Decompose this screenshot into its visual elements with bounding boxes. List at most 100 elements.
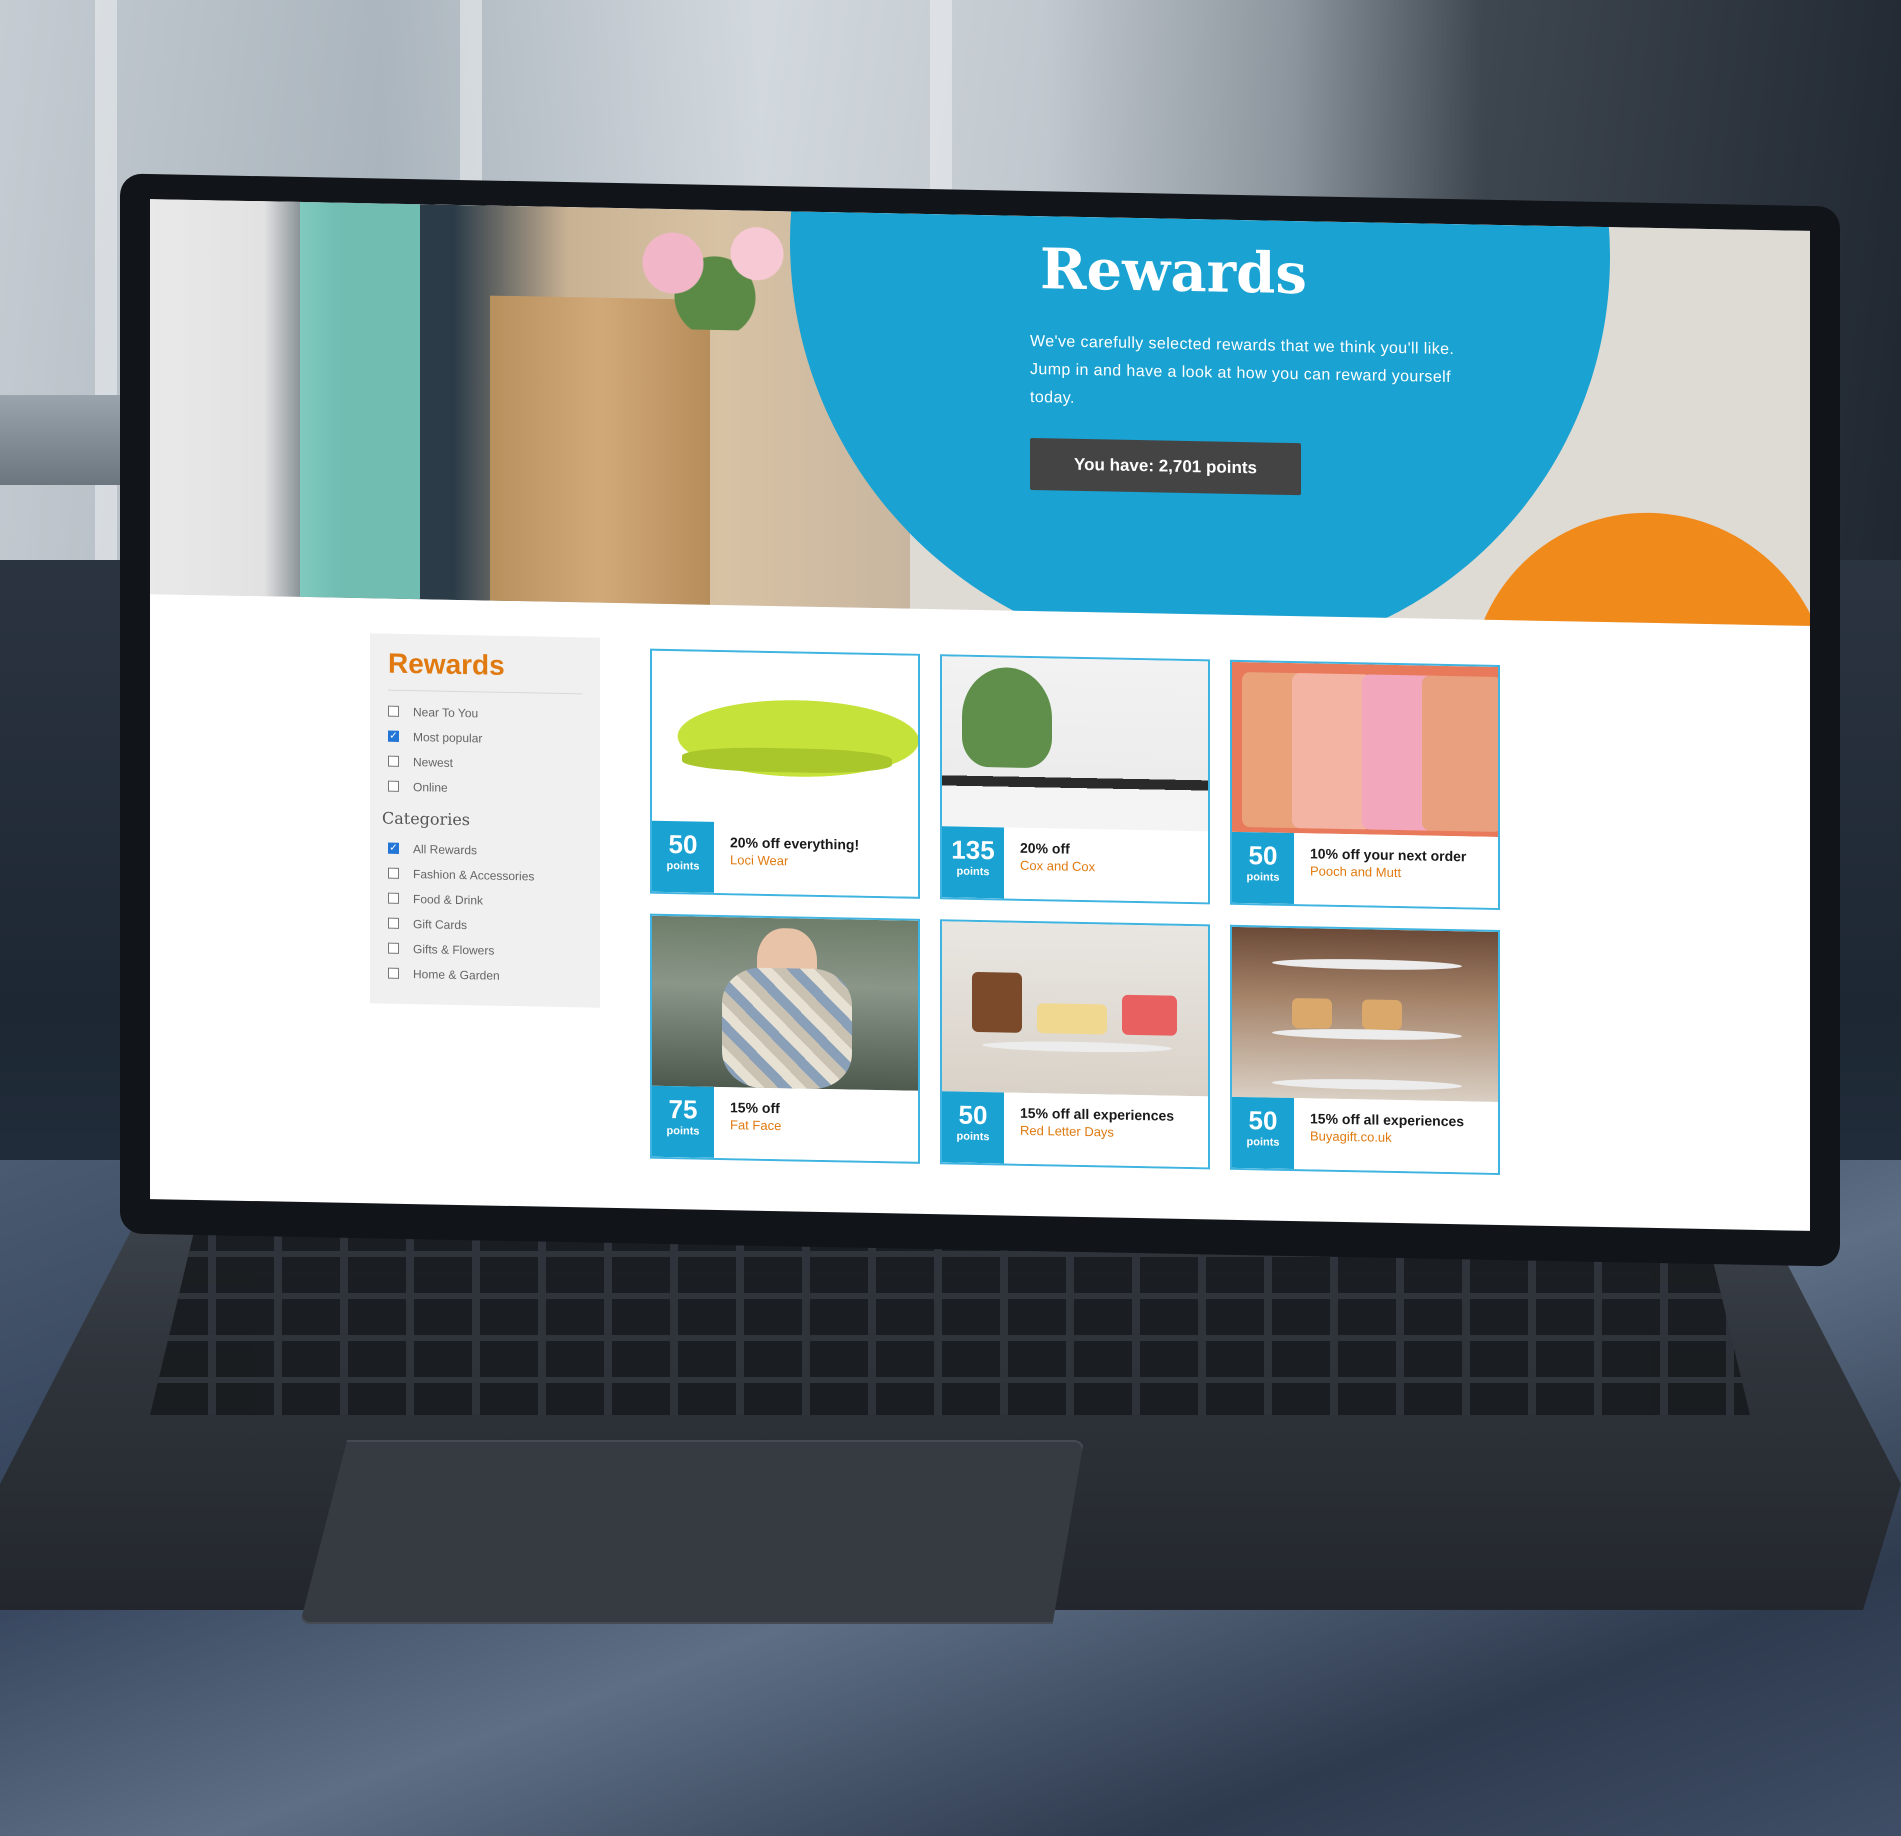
points-value: 50 bbox=[958, 1099, 988, 1131]
hero-intro-text: We've carefully selected rewards that we… bbox=[1030, 332, 1455, 407]
shoe-sole bbox=[682, 746, 892, 775]
cake-stand-tier bbox=[1272, 1027, 1462, 1042]
reward-offer: 20% off bbox=[1020, 839, 1070, 857]
hero-content: Rewards We've carefully selected rewards… bbox=[1030, 236, 1510, 499]
points-unit: points bbox=[666, 1124, 700, 1138]
scarf bbox=[722, 967, 852, 1090]
points-value: 135 bbox=[951, 834, 995, 866]
checkbox[interactable] bbox=[388, 780, 399, 792]
reward-brand: Red Letter Days bbox=[1020, 1122, 1114, 1140]
reward-card-footer: 50 points 15% off all experiences Buyagi… bbox=[1232, 1096, 1498, 1173]
hero-banner: Rewards We've carefully selected rewards… bbox=[150, 199, 1810, 626]
filter-newest[interactable]: Newest bbox=[388, 749, 582, 778]
filter-label: Near To You bbox=[413, 704, 479, 720]
filter-most-popular[interactable]: ✓ Most popular bbox=[388, 724, 582, 753]
points-value: 50 bbox=[668, 829, 698, 860]
points-balance-button[interactable]: You have: 2,701 points bbox=[1030, 437, 1301, 496]
reward-image-afternoon-tea bbox=[1232, 926, 1498, 1102]
laptop-trackpad bbox=[300, 1440, 1084, 1624]
reward-card-footer: 50 points 10% off your next order Pooch … bbox=[1232, 831, 1498, 908]
scone bbox=[1362, 999, 1402, 1031]
category-home-garden[interactable]: Home & Garden bbox=[388, 961, 582, 990]
category-label: Food & Drink bbox=[413, 891, 484, 907]
cake bbox=[1122, 994, 1177, 1036]
reward-offer: 15% off all experiences bbox=[1020, 1104, 1175, 1124]
reward-card-buyagift[interactable]: 50 points 15% off all experiences Buyagi… bbox=[1230, 924, 1500, 1175]
category-gifts-flowers[interactable]: Gifts & Flowers bbox=[388, 936, 582, 965]
reward-offer: 15% off all experiences bbox=[1310, 1110, 1465, 1130]
product-pouch bbox=[1422, 675, 1500, 833]
points-badge: 75 points bbox=[652, 1085, 714, 1158]
points-unit: points bbox=[666, 859, 700, 873]
checkbox[interactable] bbox=[388, 755, 399, 767]
hero-photo-paper-bag bbox=[490, 295, 710, 605]
points-badge: 50 points bbox=[1232, 1096, 1294, 1170]
points-unit: points bbox=[956, 1130, 990, 1144]
checkbox[interactable] bbox=[388, 942, 399, 954]
category-label: Gifts & Flowers bbox=[413, 941, 495, 958]
reward-brand: Pooch and Mutt bbox=[1310, 863, 1402, 881]
category-label: Home & Garden bbox=[413, 966, 500, 983]
filter-sidebar: Rewards Near To You ✓ Most popular Newes… bbox=[370, 633, 600, 1008]
cake-stand-tier bbox=[1272, 957, 1462, 972]
reward-image-cakes bbox=[942, 921, 1208, 1097]
checkbox-checked[interactable]: ✓ bbox=[388, 730, 399, 742]
categories-heading: Categories bbox=[382, 808, 470, 830]
cake-stand-tier bbox=[982, 1040, 1172, 1054]
reward-card-footer: 135 points 20% off Cox and Cox bbox=[942, 826, 1208, 903]
sidebar-title: Rewards bbox=[388, 647, 582, 695]
reward-offer: 15% off bbox=[730, 1099, 780, 1117]
reward-image-interior bbox=[942, 656, 1208, 832]
reward-card-fat-face[interactable]: 75 points 15% off Fat Face bbox=[650, 913, 920, 1164]
scone bbox=[1292, 997, 1332, 1029]
hero-photo-sleeve bbox=[300, 201, 420, 600]
hero-orange-circle bbox=[1470, 509, 1810, 626]
checkbox[interactable] bbox=[388, 867, 399, 879]
hero-photo-flowers bbox=[610, 217, 820, 332]
category-food-drink[interactable]: Food & Drink bbox=[388, 886, 582, 915]
filter-online[interactable]: Online bbox=[388, 774, 582, 803]
checkbox[interactable] bbox=[388, 967, 399, 979]
points-value: 50 bbox=[1248, 1105, 1278, 1136]
reward-card-footer: 75 points 15% off Fat Face bbox=[652, 1085, 918, 1162]
points-unit: points bbox=[956, 865, 990, 879]
points-badge: 50 points bbox=[652, 820, 714, 893]
points-value: 75 bbox=[668, 1094, 698, 1125]
category-fashion-accessories[interactable]: Fashion & Accessories bbox=[388, 861, 582, 890]
category-label: Gift Cards bbox=[413, 916, 468, 932]
page-title: Rewards bbox=[1040, 236, 1307, 308]
points-unit: points bbox=[1246, 1136, 1280, 1149]
category-gift-cards[interactable]: Gift Cards bbox=[388, 911, 582, 940]
reward-image-pet-food bbox=[1232, 661, 1500, 837]
filter-label: Newest bbox=[413, 754, 454, 770]
laptop-screen: Rewards We've carefully selected rewards… bbox=[150, 199, 1810, 1231]
reward-card-loci-wear[interactable]: 50 points 20% off everything! Loci Wear bbox=[650, 648, 920, 899]
reward-card-pooch-and-mutt[interactable]: 50 points 10% off your next order Pooch … bbox=[1230, 659, 1500, 910]
reward-brand: Loci Wear bbox=[730, 852, 789, 869]
reward-brand: Fat Face bbox=[730, 1117, 782, 1134]
checkbox-checked[interactable]: ✓ bbox=[388, 842, 399, 854]
reward-offer: 10% off your next order bbox=[1310, 845, 1467, 865]
points-value: 50 bbox=[1248, 840, 1278, 871]
checkbox[interactable] bbox=[388, 705, 399, 717]
reward-image-shoe bbox=[652, 650, 918, 826]
reward-card-red-letter-days[interactable]: 50 points 15% off all experiences Red Le… bbox=[940, 919, 1210, 1170]
plant bbox=[962, 666, 1052, 769]
category-all-rewards[interactable]: ✓ All Rewards bbox=[388, 836, 582, 865]
cake bbox=[1037, 1003, 1107, 1035]
points-badge: 50 points bbox=[1232, 831, 1294, 905]
category-label: Fashion & Accessories bbox=[413, 866, 535, 883]
reward-card-footer: 50 points 20% off everything! Loci Wear bbox=[652, 820, 918, 897]
cake bbox=[972, 971, 1022, 1033]
filter-label: Online bbox=[413, 779, 448, 795]
filter-label: Most popular bbox=[413, 729, 483, 745]
checkbox[interactable] bbox=[388, 892, 399, 904]
reward-card-cox-and-cox[interactable]: 135 points 20% off Cox and Cox bbox=[940, 654, 1210, 905]
reward-image-scarf-model bbox=[652, 915, 918, 1091]
reward-card-footer: 50 points 15% off all experiences Red Le… bbox=[942, 1091, 1208, 1168]
filter-near-to-you[interactable]: Near To You bbox=[388, 699, 582, 728]
product-pouch bbox=[1292, 672, 1372, 830]
checkbox[interactable] bbox=[388, 917, 399, 929]
points-badge: 50 points bbox=[942, 1091, 1004, 1164]
reward-offer: 20% off everything! bbox=[730, 834, 860, 853]
